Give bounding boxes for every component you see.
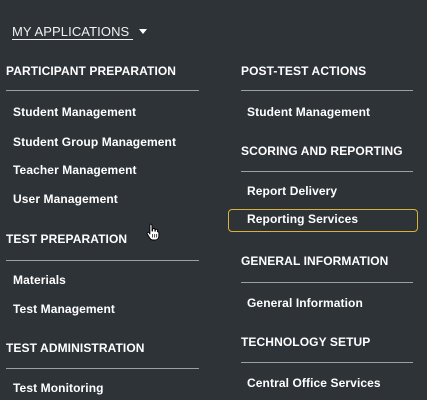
menu-item-test-management[interactable]: Test Management <box>13 302 115 316</box>
menu-item-student-group-management[interactable]: Student Group Management <box>13 135 176 149</box>
section-divider <box>241 90 413 91</box>
section-divider <box>241 171 413 172</box>
menu-item-general-information[interactable]: General Information <box>247 296 363 310</box>
menu-item-central-office-services[interactable]: Central Office Services <box>247 376 381 390</box>
menu-item-materials[interactable]: Materials <box>13 273 66 287</box>
hand-pointer-cursor-icon <box>146 223 160 241</box>
menu-item-user-management[interactable]: User Management <box>13 192 118 206</box>
section-heading-general-information: GENERAL INFORMATION <box>241 254 389 268</box>
my-applications-label: MY APPLICATIONS <box>12 23 134 39</box>
menu-item-teacher-management[interactable]: Teacher Management <box>13 163 137 177</box>
section-divider <box>241 362 413 363</box>
caret-down-icon <box>139 28 148 34</box>
section-divider <box>241 282 413 283</box>
menu-item-post-test-student-management[interactable]: Student Management <box>247 105 370 119</box>
menu-item-test-monitoring[interactable]: Test Monitoring <box>13 381 104 395</box>
section-heading-scoring-and-reporting: SCORING AND REPORTING <box>241 144 403 158</box>
menu-item-student-management[interactable]: Student Management <box>13 105 136 119</box>
section-divider <box>6 260 199 261</box>
my-applications-toggle[interactable]: MY APPLICATIONS <box>12 21 148 41</box>
section-heading-technology-setup: TECHNOLOGY SETUP <box>241 335 371 349</box>
section-divider <box>6 368 199 369</box>
applications-menu: MY APPLICATIONS PARTICIPANT PREPARATION … <box>0 0 427 400</box>
menu-item-reporting-services[interactable]: Reporting Services <box>228 209 418 232</box>
section-heading-test-preparation: TEST PREPARATION <box>6 232 128 246</box>
section-divider <box>6 90 199 91</box>
menu-item-report-delivery[interactable]: Report Delivery <box>247 184 337 198</box>
section-heading-test-administration: TEST ADMINISTRATION <box>6 341 145 355</box>
section-heading-post-test-actions: POST-TEST ACTIONS <box>241 64 367 78</box>
section-heading-participant-preparation: PARTICIPANT PREPARATION <box>6 64 177 78</box>
